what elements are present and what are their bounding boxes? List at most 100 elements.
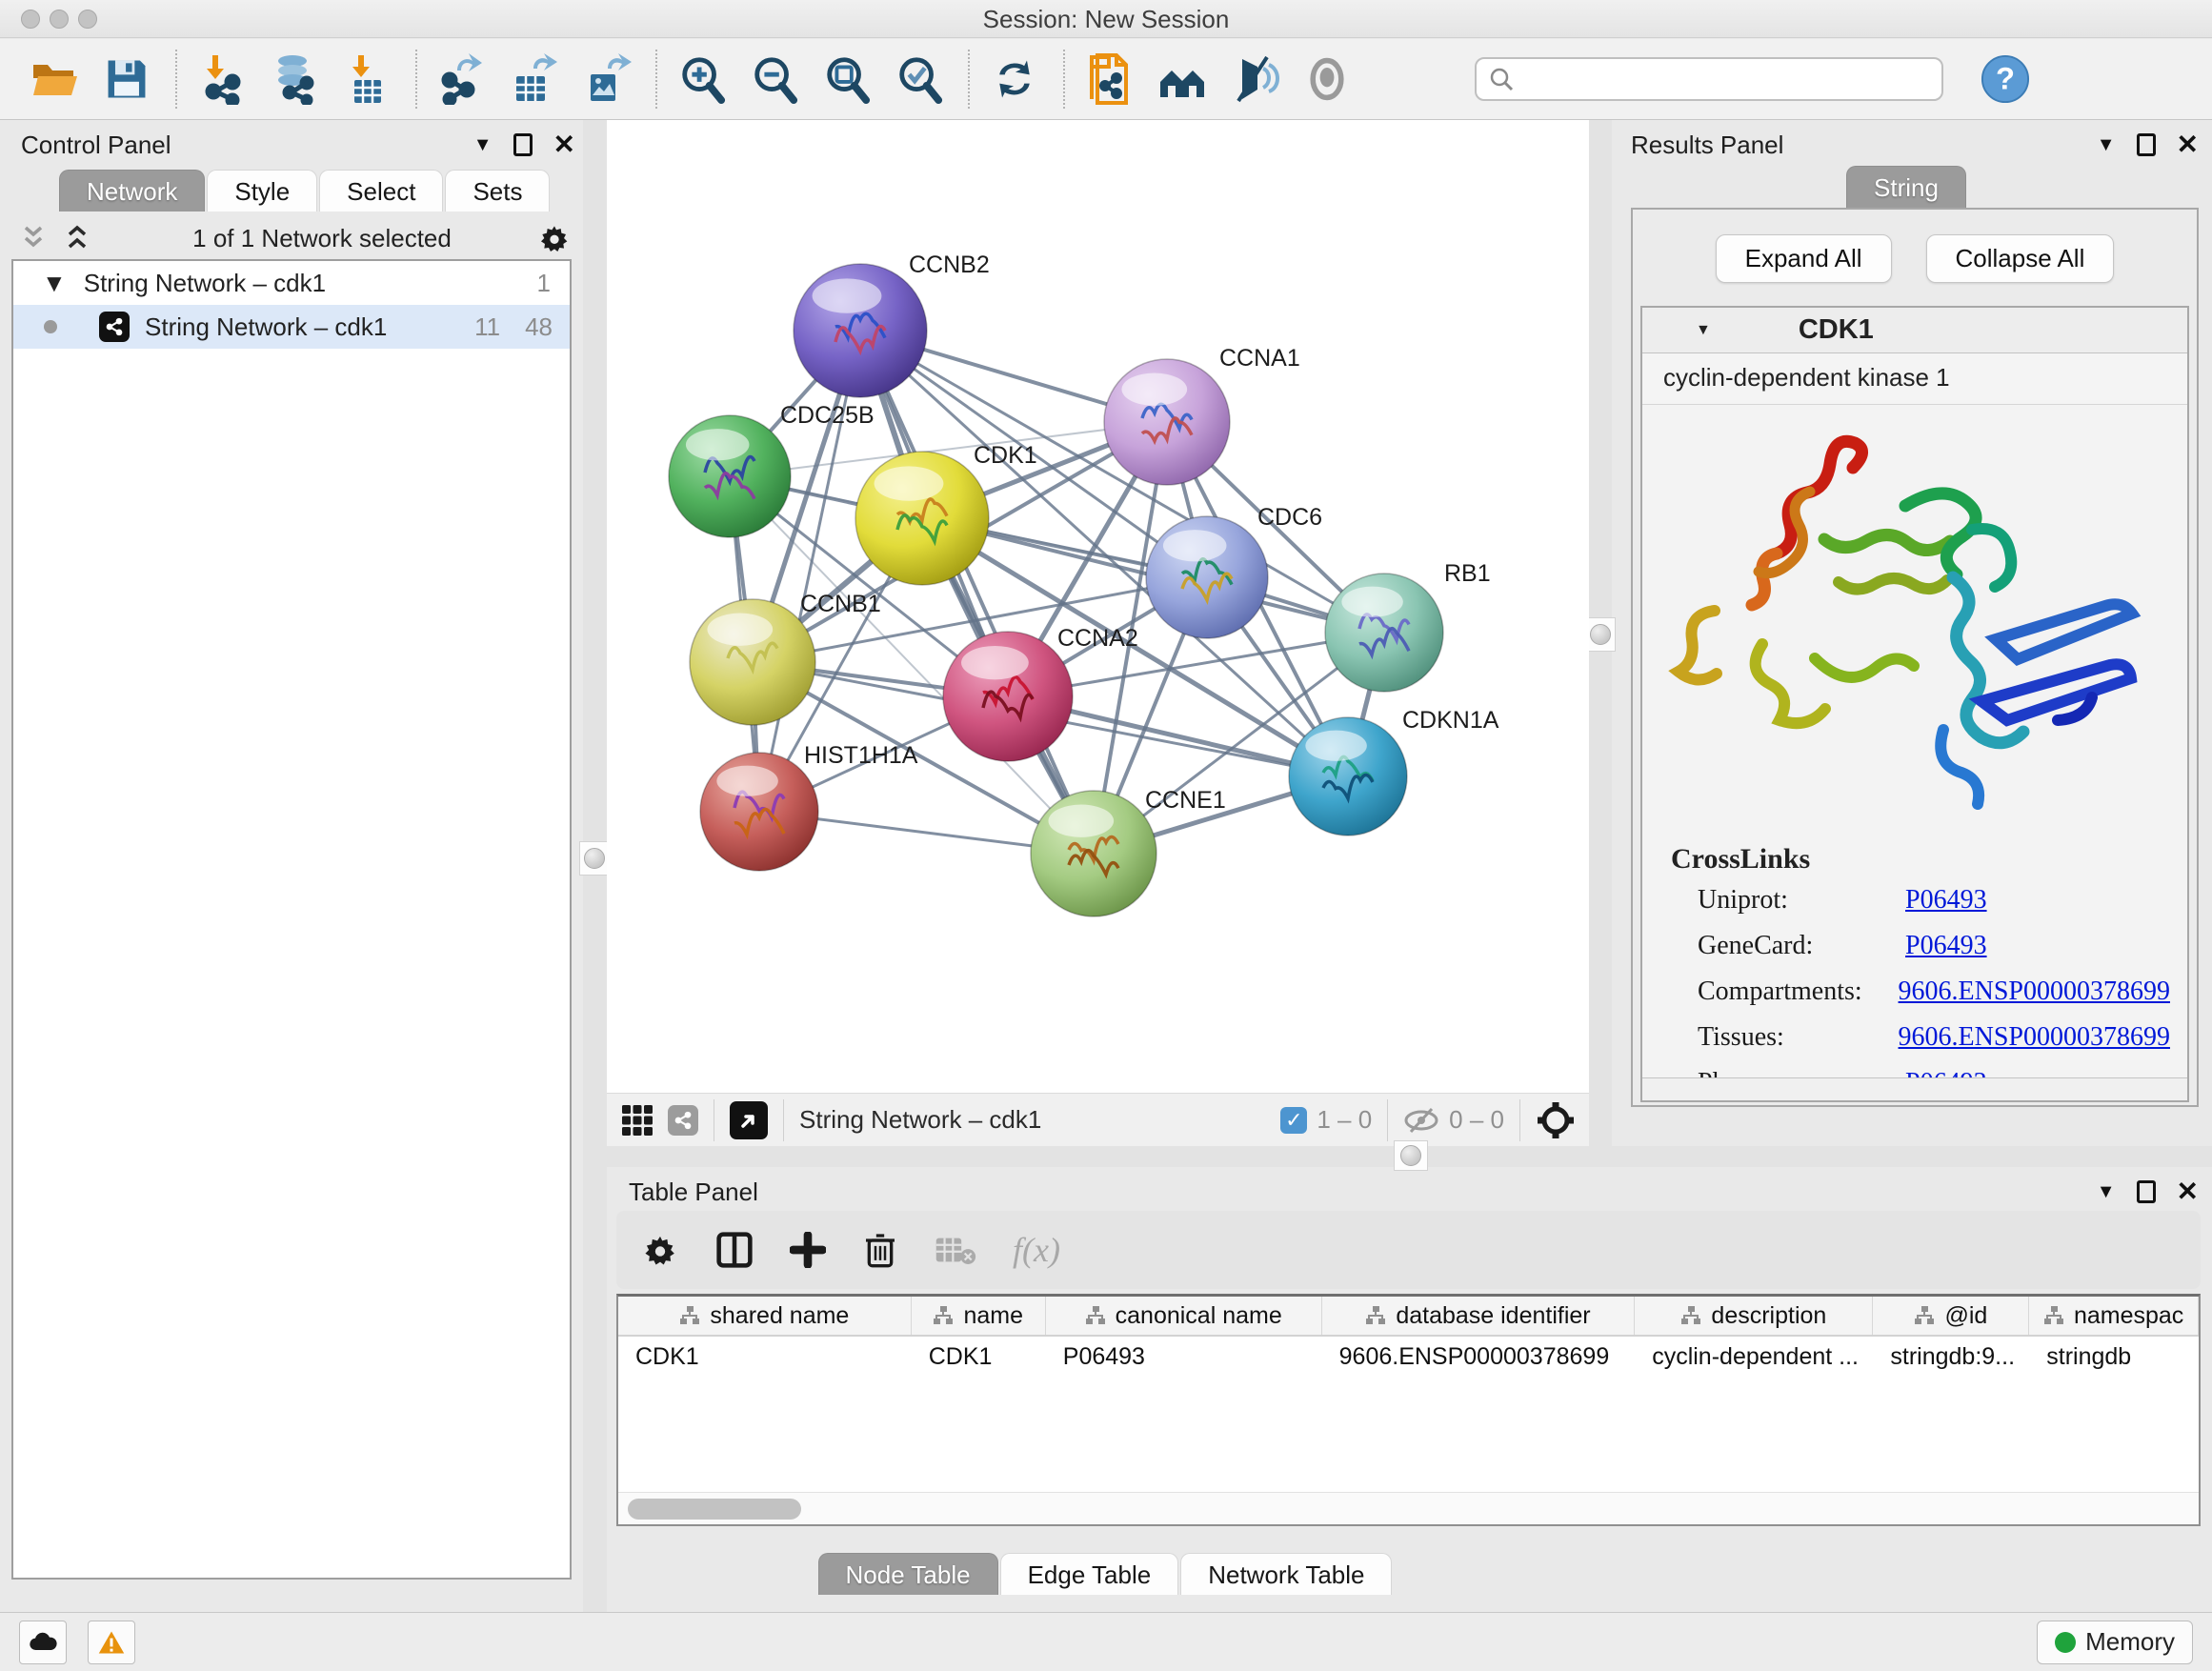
float-panel-icon[interactable] xyxy=(513,133,533,156)
memory-button[interactable]: Memory xyxy=(2037,1621,2193,1664)
tab-sets[interactable]: Sets xyxy=(445,170,550,211)
left-splitter[interactable] xyxy=(583,120,607,1612)
table-hscrollbar[interactable] xyxy=(618,1492,2199,1524)
column-header-database-identifier[interactable]: database identifier xyxy=(1322,1297,1636,1335)
tree-expander-icon[interactable]: ▼ xyxy=(42,269,67,298)
table-cell[interactable]: CDK1 xyxy=(912,1337,1046,1377)
birds-eye-view-button[interactable] xyxy=(730,1101,768,1139)
panel-menu-icon[interactable]: ▼ xyxy=(2097,1181,2116,1203)
tab-string[interactable]: String xyxy=(1846,166,1966,208)
column-header-@id[interactable]: @id xyxy=(1873,1297,2029,1335)
zoom-in-button[interactable] xyxy=(674,51,730,107)
collapse-all-button[interactable]: Collapse All xyxy=(1926,234,2115,283)
network-node-CCNB1[interactable]: CCNB1 xyxy=(690,591,881,725)
network-node-CCNA2[interactable]: CCNA2 xyxy=(943,625,1138,761)
search-input[interactable] xyxy=(1515,65,1930,93)
delete-column-trash-icon[interactable] xyxy=(862,1231,898,1269)
tab-network-table[interactable]: Network Table xyxy=(1180,1553,1392,1595)
protein-section-header[interactable]: ▼ CDK1 xyxy=(1642,308,2187,353)
save-session-button[interactable] xyxy=(99,51,154,107)
crosslink-link[interactable]: P06493 xyxy=(1905,885,1987,916)
tab-style[interactable]: Style xyxy=(207,170,317,211)
column-header-name[interactable]: name xyxy=(912,1297,1046,1335)
tab-edge-table[interactable]: Edge Table xyxy=(1000,1553,1179,1595)
edge-CCNB2-CCNE1[interactable] xyxy=(860,331,1094,854)
open-session-button[interactable] xyxy=(27,51,82,107)
selected-checkbox[interactable]: ✓ xyxy=(1280,1107,1307,1134)
table-row[interactable]: CDK1CDK1P064939606.ENSP00000378699cyclin… xyxy=(618,1337,2199,1377)
network-node-CCNB2[interactable]: CCNB2 xyxy=(794,252,990,397)
help-button[interactable]: ? xyxy=(1978,51,2033,107)
network-node-HIST1H1A[interactable]: HIST1H1A xyxy=(700,742,918,871)
panel-menu-icon[interactable]: ▼ xyxy=(473,134,493,156)
table-cell[interactable]: CDK1 xyxy=(618,1337,912,1377)
export-table-button[interactable] xyxy=(507,51,562,107)
create-column-plus-icon[interactable] xyxy=(790,1232,826,1268)
column-header-canonical-name[interactable]: canonical name xyxy=(1046,1297,1322,1335)
network-node-CDC6[interactable]: CDC6 xyxy=(1146,504,1322,638)
table-cell[interactable]: P06493 xyxy=(1046,1337,1322,1377)
app-updates-button[interactable] xyxy=(19,1621,67,1664)
network-node-RB1[interactable]: RB1 xyxy=(1325,560,1491,692)
export-network-button[interactable] xyxy=(434,51,490,107)
export-image-button[interactable] xyxy=(579,51,634,107)
refresh-button[interactable] xyxy=(987,51,1042,107)
crosslink-link[interactable]: 9606.ENSP00000378699 xyxy=(1899,1022,2170,1053)
right-splitter[interactable] xyxy=(1589,120,1612,1146)
float-panel-icon[interactable] xyxy=(2137,133,2156,156)
column-header-namespac[interactable]: namespac xyxy=(2029,1297,2199,1335)
warnings-button[interactable] xyxy=(88,1621,135,1664)
results-scrollbar[interactable] xyxy=(1642,1077,2187,1100)
network-node-CCNA1[interactable]: CCNA1 xyxy=(1104,345,1300,485)
table-options-gear-icon[interactable] xyxy=(641,1231,679,1269)
import-network-file-button[interactable] xyxy=(194,51,250,107)
zoom-fit-button[interactable] xyxy=(819,51,875,107)
duplicate-network-button[interactable] xyxy=(1082,51,1137,107)
import-network-database-button[interactable] xyxy=(267,51,322,107)
horizontal-splitter[interactable] xyxy=(607,1146,2212,1167)
network-node-CDC25B[interactable]: CDC25B xyxy=(669,402,875,537)
column-header-shared-name[interactable]: shared name xyxy=(618,1297,912,1335)
expand-all-icon[interactable] xyxy=(63,224,91,252)
crosslink-link[interactable]: P06493 xyxy=(1905,931,1987,961)
network-collection-row[interactable]: ▼ String Network – cdk1 1 xyxy=(13,261,570,305)
float-panel-icon[interactable] xyxy=(2137,1180,2156,1203)
tab-network[interactable]: Network xyxy=(59,170,205,211)
left-splitter-handle[interactable] xyxy=(579,841,610,876)
table-cell[interactable]: 9606.ENSP00000378699 xyxy=(1322,1337,1636,1377)
import-table-button[interactable] xyxy=(339,51,394,107)
table-cell[interactable]: stringdb xyxy=(2029,1337,2199,1377)
show-eye-button[interactable] xyxy=(1299,51,1355,107)
panel-menu-icon[interactable]: ▼ xyxy=(2097,134,2116,156)
collapse-all-icon[interactable] xyxy=(19,224,48,252)
show-columns-icon[interactable] xyxy=(715,1231,754,1269)
zoom-selected-button[interactable] xyxy=(892,51,947,107)
network-view-icon[interactable] xyxy=(668,1105,698,1136)
close-panel-icon[interactable]: ✕ xyxy=(2177,131,2199,158)
string-network-graph[interactable]: CCNB2CCNA1CDC25BCDK1CDC6RB1CCNB1CCNA2CDK… xyxy=(607,120,1589,1093)
table-hscrollbar-thumb[interactable] xyxy=(628,1499,801,1520)
network-row-selected[interactable]: String Network – cdk1 11 48 xyxy=(13,305,570,349)
column-header-description[interactable]: description xyxy=(1635,1297,1873,1335)
crosslink-link[interactable]: 9606.ENSP00000378699 xyxy=(1899,976,2170,1007)
horizontal-splitter-handle[interactable] xyxy=(1394,1140,1428,1171)
hide-selected-button[interactable] xyxy=(1227,51,1282,107)
grid-view-icon[interactable] xyxy=(620,1103,654,1137)
string-home-button[interactable] xyxy=(1155,51,1210,107)
tab-select[interactable]: Select xyxy=(319,170,443,211)
close-panel-icon[interactable]: ✕ xyxy=(2177,1178,2199,1205)
network-node-CCNE1[interactable]: CCNE1 xyxy=(1031,787,1226,916)
zoom-out-button[interactable] xyxy=(747,51,802,107)
network-canvas[interactable]: CCNB2CCNA1CDC25BCDK1CDC6RB1CCNB1CCNA2CDK… xyxy=(607,120,1589,1093)
section-expander-icon[interactable]: ▼ xyxy=(1696,322,1711,339)
crosshair-icon[interactable] xyxy=(1536,1100,1576,1140)
network-node-CDKN1A[interactable]: CDKN1A xyxy=(1289,707,1499,836)
table-cell[interactable]: stringdb:9... xyxy=(1873,1337,2029,1377)
hidden-eye-slash-icon[interactable] xyxy=(1403,1106,1439,1135)
right-splitter-handle[interactable] xyxy=(1585,617,1616,652)
close-panel-icon[interactable]: ✕ xyxy=(553,131,575,158)
expand-all-button[interactable]: Expand All xyxy=(1716,234,1892,283)
table-cell[interactable]: cyclin-dependent ... xyxy=(1635,1337,1873,1377)
tab-node-table[interactable]: Node Table xyxy=(818,1553,998,1595)
gear-icon[interactable] xyxy=(537,221,572,255)
